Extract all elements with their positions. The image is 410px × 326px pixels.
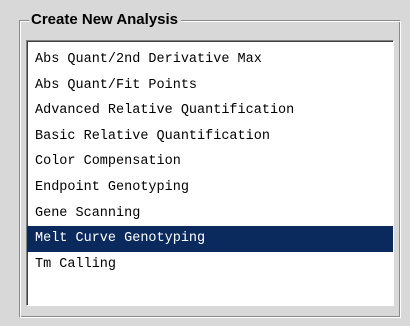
list-item-gene-scanning[interactable]: Gene Scanning — [27, 201, 393, 227]
list-item-abs-quant-2nd-derivative-max[interactable]: Abs Quant/2nd Derivative Max — [27, 47, 393, 73]
analysis-type-listbox[interactable]: Abs Quant/2nd Derivative Max Abs Quant/F… — [26, 40, 394, 306]
list-item-advanced-relative-quantification[interactable]: Advanced Relative Quantification — [27, 98, 393, 124]
list-item-color-compensation[interactable]: Color Compensation — [27, 149, 393, 175]
list-item-abs-quant-fit-points[interactable]: Abs Quant/Fit Points — [27, 73, 393, 99]
list-item-endpoint-genotyping[interactable]: Endpoint Genotyping — [27, 175, 393, 201]
list-item-basic-relative-quantification[interactable]: Basic Relative Quantification — [27, 124, 393, 150]
list-item-melt-curve-genotyping[interactable]: Melt Curve Genotyping — [27, 226, 393, 252]
list-item-tm-calling[interactable]: Tm Calling — [27, 252, 393, 278]
group-title: Create New Analysis — [29, 10, 182, 30]
